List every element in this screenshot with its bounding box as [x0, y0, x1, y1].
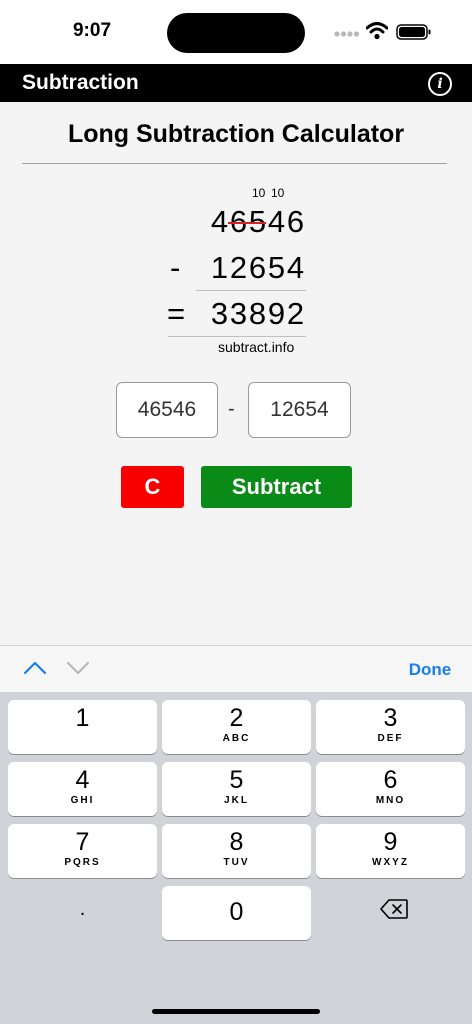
key-digit: 5 [229, 766, 244, 794]
subtrahend-input[interactable]: 12654 [248, 382, 351, 438]
key-digit: 7 [75, 828, 90, 856]
main-content [0, 102, 472, 645]
equals-sign: = [167, 296, 186, 331]
key-letters: DEF [377, 733, 404, 744]
subtrahend-digit: 6 [248, 250, 267, 285]
minuend-digit: 4 [210, 204, 229, 239]
key-letters: TUV [223, 857, 250, 868]
home-indicator [152, 1009, 320, 1014]
clear-button[interactable]: C [121, 466, 184, 508]
result-digit: 3 [210, 296, 229, 331]
borrow-mark: 10 [271, 186, 285, 200]
done-button[interactable]: Done [404, 660, 456, 680]
key-digit: 4 [75, 766, 90, 794]
signal-icon [334, 31, 360, 37]
key-letters: MNO [375, 795, 406, 806]
info-icon[interactable]: i [428, 72, 452, 96]
key-2[interactable]: 2 ABC [162, 700, 311, 754]
title-divider [22, 163, 447, 164]
key-7[interactable]: 7 PQRS [8, 824, 157, 878]
result-digit: 8 [248, 296, 267, 331]
key-digit: 1 [75, 704, 90, 732]
status-bar: 9:07 [0, 0, 472, 64]
key-digit: 8 [229, 828, 244, 856]
result-digit: 9 [267, 296, 286, 331]
subtrahend-digit: 1 [210, 250, 229, 285]
wifi-icon [366, 22, 388, 40]
key-digit: 3 [383, 704, 398, 732]
minus-sign: - [170, 250, 181, 285]
key-letters: JKL [224, 795, 249, 806]
minuend-digit: 6 [286, 204, 305, 239]
dynamic-island [167, 13, 305, 53]
chevron-up-icon[interactable] [23, 660, 47, 676]
watermark: subtract.info [218, 339, 295, 355]
result-digit: 2 [286, 296, 305, 331]
key-letters: GHI [70, 795, 95, 806]
subtrahend-digit: 5 [267, 250, 286, 285]
key-digit: 9 [383, 828, 398, 856]
nav-bar: Subtraction [0, 64, 472, 102]
key-9[interactable]: 9 WXYZ [316, 824, 465, 878]
key-letters: PQRS [64, 857, 101, 868]
nav-title: Subtraction [22, 71, 139, 94]
calc-divider [196, 290, 306, 291]
input-minus-label: - [228, 398, 235, 420]
status-time: 9:07 [72, 20, 112, 41]
key-8[interactable]: 8 TUV [162, 824, 311, 878]
chevron-down-icon[interactable] [66, 660, 90, 676]
page-title: Long Subtraction Calculator [67, 120, 405, 148]
key-digit: 0 [229, 898, 244, 926]
key-letters: ABC [222, 733, 251, 744]
key-0[interactable]: 0 [162, 886, 311, 940]
calc-divider [168, 336, 306, 337]
key-letters: WXYZ [372, 857, 409, 868]
key-6[interactable]: 6 MNO [316, 762, 465, 816]
subtrahend-digit: 2 [229, 250, 248, 285]
key-digit: 6 [383, 766, 398, 794]
borrow-strikethrough [228, 222, 266, 224]
battery-icon [396, 24, 431, 40]
decimal-key[interactable]: . [8, 886, 157, 940]
key-1[interactable]: 1 [8, 700, 157, 754]
key-4[interactable]: 4 GHI [8, 762, 157, 816]
minuend-input[interactable]: 46546 [116, 382, 218, 438]
minuend-digit: 4 [267, 204, 286, 239]
backspace-icon[interactable] [380, 898, 408, 920]
subtrahend-digit: 4 [286, 250, 305, 285]
key-digit: 2 [229, 704, 244, 732]
subtract-button[interactable]: Subtract [201, 466, 352, 508]
result-digit: 3 [229, 296, 248, 331]
key-5[interactable]: 5 JKL [162, 762, 311, 816]
key-3[interactable]: 3 DEF [316, 700, 465, 754]
borrow-mark: 10 [252, 186, 266, 200]
